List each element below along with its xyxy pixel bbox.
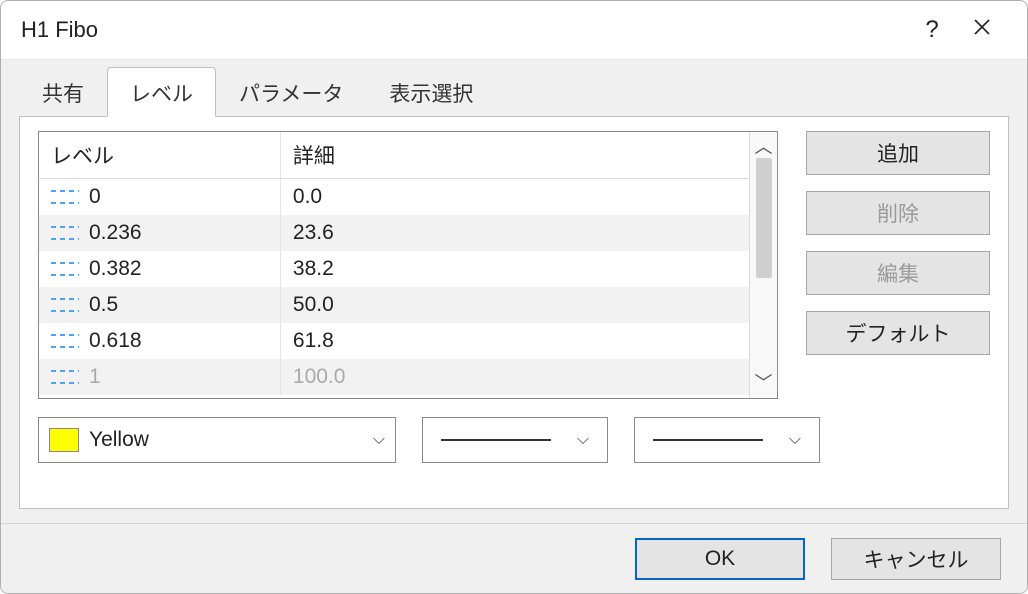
color-combo[interactable]: Yellow ⌵ xyxy=(38,417,396,463)
table-row[interactable]: 0.5 50.0 xyxy=(39,287,749,323)
tab-levels[interactable]: レベル xyxy=(107,67,216,117)
line-style-icon xyxy=(51,334,79,348)
level-value: 0.236 xyxy=(89,221,142,245)
line-width-sample-icon xyxy=(653,439,763,441)
dialog-body: 共有 レベル パラメータ 表示選択 レベル 詳細 xyxy=(1,59,1027,523)
detail-cell[interactable]: 38.2 xyxy=(280,251,749,287)
line-style-icon xyxy=(51,298,79,312)
levels-table-container: レベル 詳細 00.00.23623.60.38238.20.550.00.61… xyxy=(38,131,778,399)
table-row[interactable]: 0.236 23.6 xyxy=(39,215,749,251)
table-row[interactable]: 0.382 38.2 xyxy=(39,251,749,287)
default-button[interactable]: デフォルト xyxy=(806,311,990,355)
level-cell[interactable]: 0 xyxy=(39,179,280,216)
detail-cell[interactable]: 23.6 xyxy=(280,215,749,251)
scroll-down-icon[interactable]: ﹀ xyxy=(755,374,773,392)
close-icon[interactable] xyxy=(957,17,1007,43)
chevron-down-icon: ⌵ xyxy=(373,431,385,449)
detail-cell[interactable]: 50.0 xyxy=(280,287,749,323)
add-button[interactable]: 追加 xyxy=(806,131,990,175)
level-value: 0.382 xyxy=(89,257,142,281)
line-style-icon xyxy=(51,190,79,204)
color-swatch-icon xyxy=(49,428,79,452)
delete-button[interactable]: 削除 xyxy=(806,191,990,235)
level-value: 0 xyxy=(89,185,101,209)
tab-strip: 共有 レベル パラメータ 表示選択 xyxy=(19,68,1009,116)
scroll-thumb[interactable] xyxy=(756,158,772,278)
detail-cell[interactable]: 0.0 xyxy=(280,179,749,216)
edit-button[interactable]: 編集 xyxy=(806,251,990,295)
table-and-buttons: レベル 詳細 00.00.23623.60.38238.20.550.00.61… xyxy=(38,131,990,399)
col-header-detail[interactable]: 詳細 xyxy=(280,132,749,179)
level-cell[interactable]: 0.382 xyxy=(39,251,280,287)
cancel-button[interactable]: キャンセル xyxy=(831,538,1001,580)
level-value: 0.5 xyxy=(89,293,118,317)
dialog-footer: OK キャンセル xyxy=(1,523,1027,593)
table-row[interactable]: 00.0 xyxy=(39,179,749,216)
table-row[interactable]: 0.618 61.8 xyxy=(39,323,749,359)
tab-display[interactable]: 表示選択 xyxy=(366,67,496,117)
col-header-level[interactable]: レベル xyxy=(39,132,280,179)
tab-share[interactable]: 共有 xyxy=(19,67,107,117)
line-style-icon xyxy=(51,226,79,240)
titlebar: H1 Fibo ? xyxy=(1,1,1027,59)
style-selectors: Yellow ⌵ ⌵ ⌵ xyxy=(38,417,990,463)
level-cell[interactable]: 0.618 xyxy=(39,323,280,359)
help-icon[interactable]: ? xyxy=(907,16,957,44)
chevron-down-icon: ⌵ xyxy=(577,431,589,449)
tab-panel-levels: レベル 詳細 00.00.23623.60.38238.20.550.00.61… xyxy=(19,116,1009,509)
detail-cell[interactable]: 61.8 xyxy=(280,323,749,359)
line-style-icon xyxy=(51,262,79,276)
scroll-up-icon[interactable]: ︿ xyxy=(755,138,773,156)
level-cell[interactable]: 0.236 xyxy=(39,215,280,251)
line-style-sample-icon xyxy=(441,439,551,441)
dialog-window: H1 Fibo ? 共有 レベル パラメータ 表示選択 xyxy=(0,0,1028,594)
level-value: 0.618 xyxy=(89,329,142,353)
levels-table[interactable]: レベル 詳細 00.00.23623.60.38238.20.550.00.61… xyxy=(39,132,749,395)
tab-parameters[interactable]: パラメータ xyxy=(216,67,366,117)
levels-table-scroll: レベル 詳細 00.00.23623.60.38238.20.550.00.61… xyxy=(39,132,749,398)
window-title: H1 Fibo xyxy=(21,17,907,43)
line-width-combo[interactable]: ⌵ xyxy=(634,417,820,463)
level-cell[interactable]: 1 xyxy=(39,359,280,395)
vertical-scrollbar[interactable]: ︿ ﹀ xyxy=(749,132,777,398)
table-row[interactable]: 1 100.0 xyxy=(39,359,749,395)
detail-cell[interactable]: 100.0 xyxy=(280,359,749,395)
chevron-down-icon: ⌵ xyxy=(789,431,801,449)
level-value: 1 xyxy=(89,365,101,389)
ok-button[interactable]: OK xyxy=(635,538,805,580)
line-style-combo[interactable]: ⌵ xyxy=(422,417,608,463)
line-style-icon xyxy=(51,370,79,384)
side-button-column: 追加 削除 編集 デフォルト xyxy=(806,131,990,399)
level-cell[interactable]: 0.5 xyxy=(39,287,280,323)
color-name: Yellow xyxy=(89,428,149,452)
